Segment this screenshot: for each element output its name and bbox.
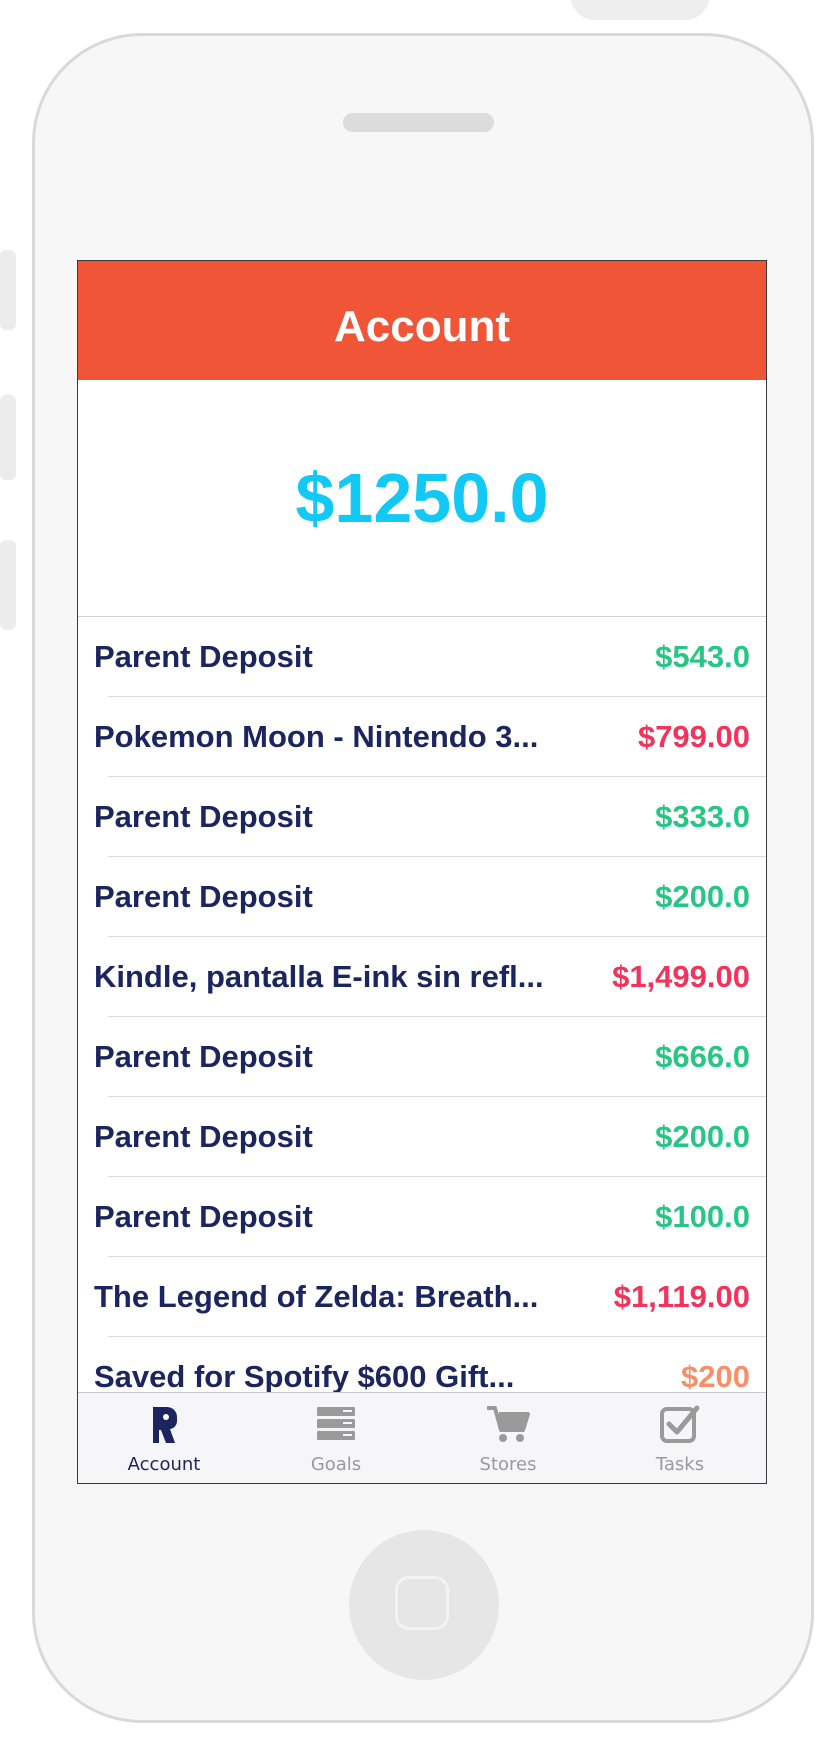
device-frame: Account $1250.0 Parent Deposit $543.0 Poke… [0,0,830,1740]
transaction-name: Parent Deposit [94,879,313,914]
transaction-row[interactable]: Parent Deposit $100.0 [78,1177,766,1257]
goals-icon [313,1403,359,1450]
power-button [570,0,710,20]
transaction-amount: $1,499.00 [612,959,750,994]
speaker-grille [343,113,494,132]
transaction-amount: $200.0 [655,1119,750,1154]
transaction-name: Parent Deposit [94,1039,313,1074]
transaction-list[interactable]: Parent Deposit $543.0 Pokemon Moon - Ninte… [78,617,766,1417]
transaction-name: Kindle, pantalla E-ink sin refl... [94,959,544,994]
tab-account[interactable]: Account [78,1393,250,1483]
transaction-name: The Legend of Zelda: Breath... [94,1279,539,1314]
transaction-amount: $100.0 [655,1199,750,1234]
tab-goals[interactable]: Goals [250,1393,422,1483]
transaction-name: Pokemon Moon - Nintendo 3... [94,719,539,754]
navigation-bar: Account [78,261,766,380]
account-balance: $1250.0 [295,459,549,537]
transaction-amount: $333.0 [655,799,750,834]
transaction-name: Parent Deposit [94,1119,313,1154]
balance-section: $1250.0 [78,380,766,617]
home-square-icon [395,1576,449,1630]
transaction-amount: $200.0 [655,879,750,914]
transaction-row[interactable]: The Legend of Zelda: Breath... $1,119.00 [78,1257,766,1337]
transaction-name: Saved for Spotify $600 Gift... [94,1359,515,1394]
mute-switch [0,250,16,330]
transaction-amount: $200 [681,1359,750,1394]
tab-tasks[interactable]: Tasks [594,1393,766,1483]
account-icon [141,1403,187,1450]
transaction-row[interactable]: Parent Deposit $200.0 [78,857,766,937]
transaction-row[interactable]: Parent Deposit $543.0 [78,617,766,697]
transaction-row[interactable]: Parent Deposit $333.0 [78,777,766,857]
transaction-amount: $1,119.00 [613,1279,750,1314]
transaction-row[interactable]: Parent Deposit $666.0 [78,1017,766,1097]
transaction-row[interactable]: Kindle, pantalla E-ink sin refl... $1,499… [78,937,766,1017]
transaction-name: Parent Deposit [94,1199,313,1234]
tab-bar: Account Goals Stores Tasks [78,1392,766,1483]
transaction-row[interactable]: Pokemon Moon - Nintendo 3... $799.00 [78,697,766,777]
tab-account-label: Account [127,1454,201,1475]
transaction-amount: $666.0 [655,1039,750,1074]
tab-stores-label: Stores [479,1454,537,1475]
transaction-name: Parent Deposit [94,799,313,834]
transaction-row[interactable]: Parent Deposit $200.0 [78,1097,766,1177]
transaction-amount: $799.00 [637,719,750,754]
volume-up-button [0,395,16,480]
checkbox-icon [657,1403,703,1450]
transaction-name: Parent Deposit [94,639,313,674]
page-title: Account [334,301,510,351]
home-button[interactable] [349,1530,499,1680]
volume-down-button [0,540,16,630]
app-screen: Account $1250.0 Parent Deposit $543.0 Poke… [77,260,767,1484]
tab-stores[interactable]: Stores [422,1393,594,1483]
tab-tasks-label: Tasks [655,1454,705,1475]
tab-goals-label: Goals [310,1454,362,1475]
cart-icon [485,1403,531,1450]
transaction-amount: $543.0 [655,639,750,674]
